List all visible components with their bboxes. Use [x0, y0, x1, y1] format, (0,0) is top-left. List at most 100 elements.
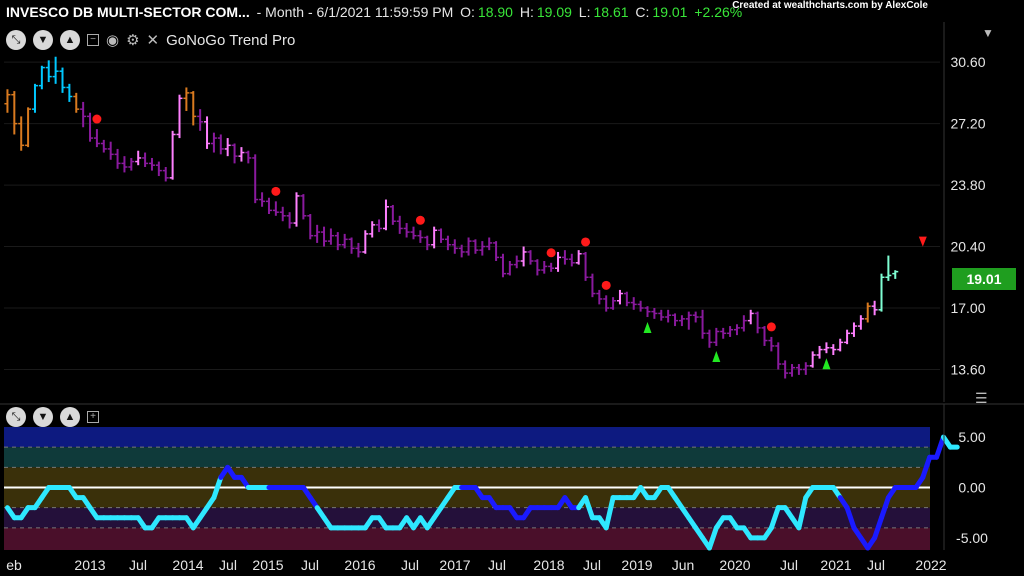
ohlc-bar: [438, 228, 445, 243]
ohlc-bar: [417, 230, 424, 243]
nogo-dot: [601, 280, 611, 290]
nogo-triangle-down: [918, 236, 927, 247]
low-label: L:: [578, 4, 591, 20]
ohlc-bar: [369, 221, 376, 238]
time-tick-label: 2016: [344, 557, 375, 573]
ohlc-bar: [52, 56, 59, 84]
ohlc-bar: [857, 315, 864, 330]
nogo-dot: [546, 248, 556, 258]
ohlc-bar: [11, 91, 18, 135]
symbol-name[interactable]: INVESCO DB MULTI-SECTOR COM...: [6, 4, 250, 20]
ohlc-bar: [802, 362, 809, 375]
ohlc-bar: [66, 83, 73, 102]
ohlc-bar: [396, 215, 403, 234]
ohlc-bar: [837, 338, 844, 352]
ohlc-bar: [754, 311, 761, 334]
ohlc-bar: [616, 289, 623, 305]
ohlc-bar: [389, 204, 396, 225]
ohlc-bar: [892, 270, 899, 279]
ohlc-bar: [878, 273, 885, 312]
open-value: 18.90: [477, 4, 513, 20]
ohlc-bar: [658, 309, 665, 321]
time-tick-label: Jul: [401, 557, 419, 573]
ohlc-bar: [479, 241, 486, 256]
ohlc-bar: [651, 308, 658, 319]
minimize-icon[interactable]: −: [87, 34, 99, 46]
nogo-dot: [92, 114, 102, 124]
price-tick-label: 27.20: [950, 116, 985, 132]
ohlc-bar: [210, 132, 217, 153]
time-tick-label: 2017: [439, 557, 470, 573]
nogo-dot: [766, 322, 776, 332]
ohlc-bar: [59, 67, 66, 93]
axis-menu-icon[interactable]: ▼: [982, 26, 994, 40]
ohlc-bar: [293, 192, 300, 227]
time-tick-label: Jun: [672, 557, 695, 573]
ohlc-bar: [93, 129, 100, 148]
ohlc-bar: [231, 143, 238, 164]
price-grid: [4, 61, 940, 370]
ohlc-bar: [431, 226, 438, 249]
ohlc-bar: [314, 224, 321, 243]
time-tick-label: 2019: [621, 557, 652, 573]
ohlc-bar: [809, 351, 816, 368]
axis-resize-icon[interactable]: ☰: [975, 390, 988, 407]
eye-icon[interactable]: ◉: [106, 31, 119, 49]
ohlc-bar: [823, 342, 830, 354]
price-tick-label: 20.40: [950, 239, 985, 255]
ohlc-bar: [678, 315, 685, 327]
maximize-icon[interactable]: +: [87, 411, 99, 423]
gear-icon[interactable]: ⚙: [126, 31, 139, 49]
ohlc-bar: [176, 94, 183, 139]
high-label: H:: [519, 4, 534, 20]
ohlc-bar: [272, 201, 279, 216]
time-tick-label: 2022: [915, 557, 946, 573]
nogo-dot: [271, 186, 281, 196]
ohlc-bar: [885, 255, 892, 281]
close-value: 19.01: [652, 4, 688, 20]
ohlc-bar: [376, 219, 383, 233]
nogo-dot: [415, 215, 425, 225]
signal-markers: [92, 114, 927, 370]
ohlc-bar: [121, 156, 128, 173]
time-tick-label: 2014: [172, 557, 203, 573]
ohlc-bar: [706, 329, 713, 348]
ohlc-bar: [114, 148, 121, 169]
ohlc-bar: [486, 237, 493, 251]
ohlc-bar: [252, 154, 259, 204]
ohlc-bar: [245, 150, 252, 164]
chevron-down-icon[interactable]: ▼: [33, 407, 53, 427]
indicator-name: GoNoGo Trend Pro: [166, 31, 296, 49]
expand-icon[interactable]: ⤡: [6, 407, 26, 427]
ohlc-bar: [596, 289, 603, 305]
time-tick-label: 2015: [252, 557, 283, 573]
ohlc-bar: [259, 192, 266, 207]
price-bars: [4, 56, 899, 379]
ohlc-bar: [334, 232, 341, 251]
ohlc-bar: [850, 322, 857, 337]
expand-icon[interactable]: ⤡: [6, 30, 26, 50]
ohlc-bar: [348, 237, 355, 254]
chevron-down-icon[interactable]: ▼: [33, 30, 53, 50]
go-triangle-up: [643, 322, 652, 334]
ohlc-bar: [148, 157, 155, 171]
close-icon[interactable]: ✕: [147, 31, 160, 49]
chevron-up-icon[interactable]: ▲: [60, 30, 80, 50]
ohlc-bar: [513, 255, 520, 269]
ohlc-bar: [327, 228, 334, 245]
ohlc-bar: [499, 253, 506, 278]
oscillator-pane-toolbar: ⤡ ▼ ▲ +: [6, 407, 99, 427]
low-value: 18.61: [593, 4, 629, 20]
period-label: - Month - 6/1/2021 11:59:59 PM: [256, 4, 454, 20]
ohlc-bar: [713, 327, 720, 346]
ohlc-bar: [582, 251, 589, 281]
time-tick-label: eb: [6, 557, 22, 573]
ohlc-bar: [45, 60, 52, 83]
chevron-up-icon[interactable]: ▲: [60, 407, 80, 427]
close-label: C:: [635, 4, 650, 20]
price-tick-label: 30.60: [950, 54, 985, 70]
chart-header: INVESCO DB MULTI-SECTOR COM... - Month -…: [6, 4, 745, 22]
ohlc-bar: [307, 214, 314, 240]
ohlc-bar: [665, 309, 672, 323]
ohlc-bar: [18, 116, 25, 151]
